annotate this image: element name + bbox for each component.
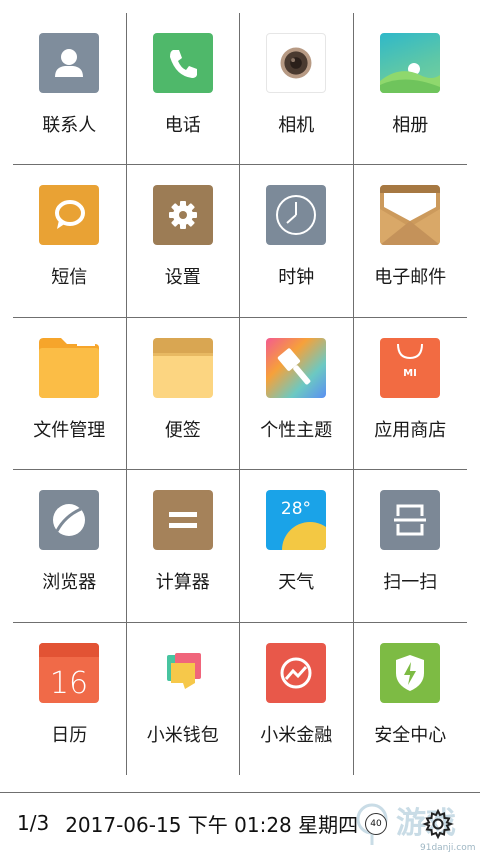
file-manager-icon [39,337,100,398]
clock-icon [266,185,327,246]
app-label: 时钟 [278,267,315,289]
app-settings[interactable]: 设置 [126,165,240,318]
app-calendar[interactable]: 16 日历 [13,622,127,775]
app-label: 计算器 [155,572,210,594]
weather-icon: 28° [266,490,327,551]
app-email[interactable]: 电子邮件 [353,165,467,318]
app-grid: 联系人 电话 相机 相册 短信 设置 时钟 电子邮件 文件管理 便签 个性主题 … [13,13,467,775]
app-phone[interactable]: 电话 [126,13,240,166]
app-gallery[interactable]: 相册 [353,13,467,166]
page-indicator[interactable]: 1/3 [17,811,49,835]
weather-temp-text: 28° [281,499,311,519]
finance-icon [266,642,327,703]
store-mark-text: MI [403,368,417,379]
app-browser[interactable]: 浏览器 [13,470,127,623]
app-finance[interactable]: 小米金融 [240,622,354,775]
app-security[interactable]: 安全中心 [354,623,468,775]
watermark-text: 91danji.com [420,843,475,853]
contacts-icon [39,33,100,93]
app-label: 小米钱包 [146,724,219,746]
app-label: 小米金融 [260,724,333,746]
app-label: 扫一扫 [383,572,438,594]
app-label: 相机 [278,115,315,136]
datetime-text: 2017-06-15 下午 01:28 星期四 [65,812,359,837]
notification-badge: 40 [365,813,387,835]
app-label: 天气 [278,572,315,594]
app-label: 个性主题 [260,419,333,441]
security-icon [380,642,441,703]
app-label: 日历 [51,724,88,746]
email-icon [380,185,441,246]
app-label: 联系人 [42,115,97,136]
app-themes[interactable]: 个性主题 [240,317,354,471]
app-clock[interactable]: 时钟 [240,165,354,318]
calendar-day-text: 16 [50,666,88,701]
browser-icon [39,490,100,551]
app-label: 短信 [51,267,88,289]
app-store-icon: MI [380,337,441,398]
app-label: 便签 [164,419,201,441]
app-label: 电话 [164,115,201,136]
app-label: 电子邮件 [374,267,447,289]
calculator-icon [152,490,213,551]
wallet-icon [153,643,213,703]
app-label: 应用商店 [374,419,447,441]
messages-icon [39,185,100,246]
app-messages[interactable]: 短信 [13,165,127,318]
app-calculator[interactable]: 计算器 [126,470,240,623]
scanner-icon [380,490,441,551]
app-contacts[interactable]: 联系人 [13,13,127,166]
app-label: 安全中心 [374,724,447,746]
app-label: 相册 [392,115,429,136]
app-label: 文件管理 [33,419,106,441]
app-file-manager[interactable]: 文件管理 [13,317,127,471]
settings-icon [152,185,213,246]
calendar-icon: 16 [39,642,100,703]
settings-button[interactable] [421,807,455,841]
gallery-icon [380,33,441,93]
app-wallet[interactable]: 小米钱包 [127,622,240,775]
app-label: 浏览器 [42,572,97,594]
app-label: 设置 [164,267,201,289]
app-camera[interactable]: 相机 [240,13,354,166]
status-bar: 1/3 2017-06-15 下午 01:28 星期四 游戏 91danji.c… [0,792,480,853]
themes-icon [266,337,327,398]
notes-icon [152,337,213,398]
gear-icon [422,808,454,840]
camera-icon [266,33,327,93]
phone-icon [152,33,213,93]
app-scanner[interactable]: 扫一扫 [353,470,467,623]
app-notes[interactable]: 便签 [126,317,240,471]
app-app-store[interactable]: MI 应用商店 [353,318,467,471]
app-weather[interactable]: 28° 天气 [240,470,354,623]
